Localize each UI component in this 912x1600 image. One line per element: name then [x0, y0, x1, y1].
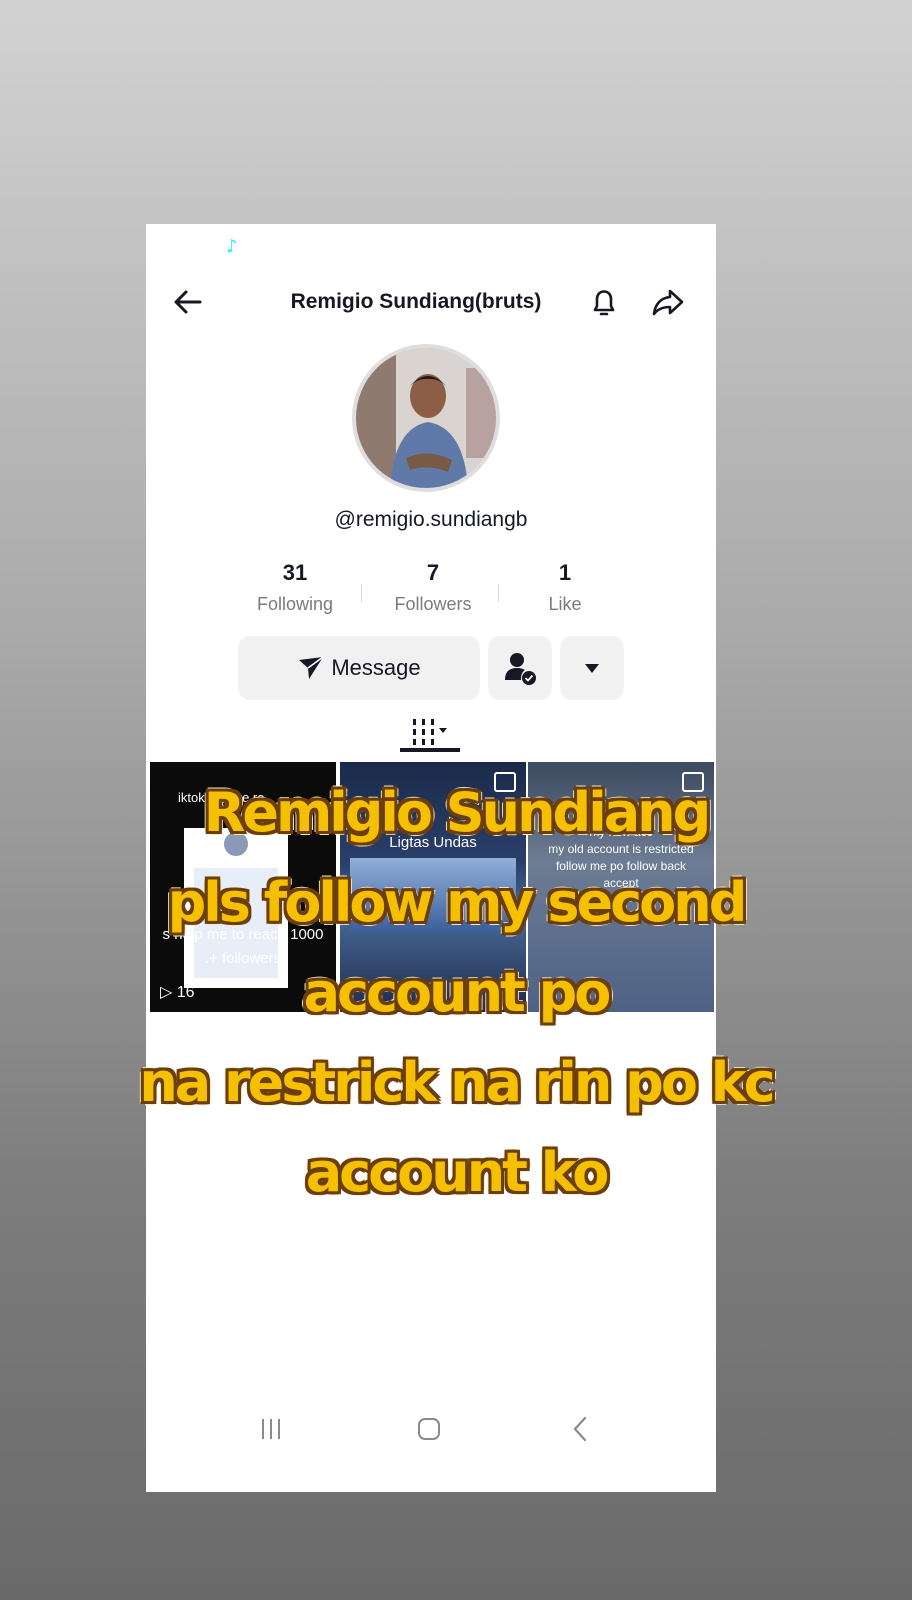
caption-line: account ko: [305, 1141, 610, 1204]
stat-label: Followers: [394, 594, 472, 614]
stat-label: Like: [548, 594, 582, 614]
caret-down-icon: [585, 664, 599, 673]
caption-line: na restrick na rin po kc: [139, 1051, 775, 1114]
recents-button[interactable]: [254, 1412, 288, 1446]
profile-avatar[interactable]: [352, 344, 500, 492]
profile-header: Remigio Sundiang(bruts): [146, 276, 716, 326]
profile-actions: Message: [146, 636, 716, 702]
recents-icon: [262, 1419, 280, 1439]
system-back-button[interactable]: [564, 1412, 598, 1446]
home-icon: [418, 1418, 440, 1440]
share-button[interactable]: [648, 282, 688, 322]
divider: [361, 584, 362, 602]
arrow-left-icon: [174, 290, 202, 314]
back-button[interactable]: [168, 282, 208, 322]
friends-button[interactable]: [488, 636, 552, 700]
content-tabs: [146, 714, 716, 752]
send-icon: [299, 656, 324, 679]
username-handle: @remigio.sundiangb: [334, 508, 528, 531]
stat-value: 1: [558, 560, 572, 585]
bell-icon: [593, 290, 615, 316]
notification-bell-button[interactable]: [584, 282, 624, 322]
profile-stats: 31 Following 7 Followers 1 Like: [230, 560, 630, 620]
stat-likes[interactable]: 1 Like: [500, 560, 630, 615]
caption-overlay: Remigio Sundiang pls follow my second ac…: [40, 768, 872, 1218]
caption-line: Remigio Sundiang: [203, 781, 712, 844]
stat-value: 31: [282, 560, 308, 585]
share-arrow-icon: [652, 289, 684, 316]
message-button[interactable]: Message: [238, 636, 480, 700]
stat-followers[interactable]: 7 Followers: [368, 560, 498, 615]
divider: [498, 584, 499, 602]
more-options-button[interactable]: [560, 636, 624, 700]
page-title: Remigio Sundiang(bruts): [290, 290, 542, 313]
person-check-icon: [505, 653, 536, 685]
stat-label: Following: [256, 594, 334, 614]
caption-line: pls follow my second: [167, 871, 748, 934]
video-grid-icon: [413, 719, 447, 745]
tiktok-logo-icon: ♪: [226, 236, 238, 257]
active-tab-indicator: [400, 748, 460, 752]
stat-value: 7: [426, 560, 440, 585]
stat-following[interactable]: 31 Following: [230, 560, 360, 615]
message-button-label: Message: [331, 655, 421, 680]
home-button[interactable]: [412, 1412, 446, 1446]
tab-videos[interactable]: [404, 714, 464, 750]
avatar-person-image: [356, 348, 496, 488]
caption-line: account po: [303, 961, 612, 1024]
chevron-left-icon: [573, 1416, 587, 1442]
android-nav-bar: [146, 1398, 716, 1458]
